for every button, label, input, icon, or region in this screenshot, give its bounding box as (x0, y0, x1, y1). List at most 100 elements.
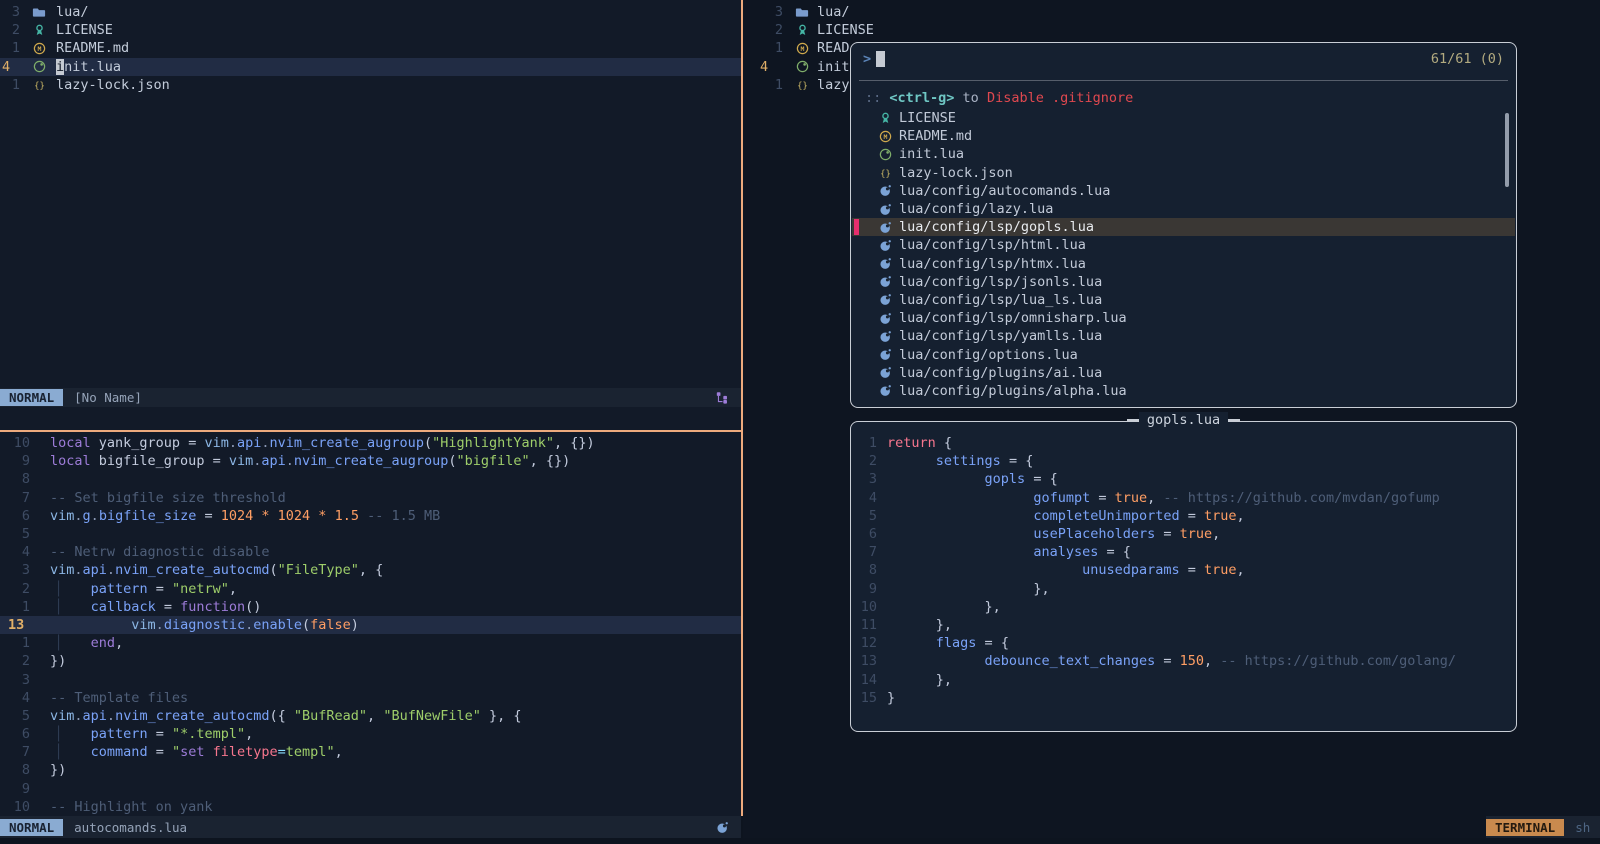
code-line[interactable]: 8}) (0, 761, 741, 779)
line-number: 8 (0, 471, 50, 487)
code-line[interactable]: 2}) (0, 652, 741, 670)
scrollbar[interactable] (1505, 113, 1509, 187)
lua-circle-icon (795, 59, 809, 75)
line-number: 3 (743, 4, 791, 20)
code-line[interactable]: 10local yank_group = vim.api.nvim_create… (0, 434, 741, 452)
line-number: 2 (0, 22, 24, 38)
code-line[interactable]: 14 }, (853, 670, 1514, 688)
code-line[interactable]: 4-- Template files (0, 689, 741, 707)
code-line[interactable]: 5vim.api.nvim_create_autocmd({ "BufRead"… (0, 707, 741, 725)
prompt-separator (859, 80, 1508, 81)
code-text: }, (887, 581, 1050, 597)
picker-item[interactable]: lua/config/lsp/lua_ls.lua (852, 291, 1515, 309)
mode-indicator: TERMINAL (1486, 819, 1564, 836)
picker-item[interactable]: lua/config/lsp/html.lua (852, 236, 1515, 254)
picker-item[interactable]: lua/config/lsp/jsonls.lua (852, 273, 1515, 291)
line-number: 7 (0, 490, 50, 506)
code-line[interactable]: 8 unusedparams = true, (853, 561, 1514, 579)
picker-file-name: lua/config/lsp/omnisharp.lua (899, 310, 1127, 326)
lua-icon (878, 183, 893, 199)
picker-item[interactable]: LICENSE (852, 109, 1515, 127)
code-text: }) (50, 653, 66, 669)
file-row[interactable]: 2 LICENSE (743, 21, 1600, 39)
picker-item-selected[interactable]: lua/config/lsp/gopls.lua (852, 218, 1515, 236)
code-line[interactable]: 6 ▏ pattern = "*.templ", (0, 725, 741, 743)
file-row[interactable]: 3lua/ (0, 3, 741, 21)
code-line[interactable]: 9 }, (853, 580, 1514, 598)
code-text: settings = { (887, 453, 1033, 469)
picker-item[interactable]: MREADME.md (852, 127, 1515, 145)
picker-item[interactable]: lua/config/plugins/ai.lua (852, 364, 1515, 382)
code-line[interactable]: 2 settings = { (853, 452, 1514, 470)
result-counter: 61/61 (0) (1431, 51, 1504, 67)
lua-icon (878, 310, 893, 326)
window-separator-horizontal[interactable] (0, 430, 743, 432)
code-line[interactable]: 3 (0, 670, 741, 688)
code-text: -- Highlight on yank (50, 799, 213, 815)
line-number: 3 (0, 562, 50, 578)
picker-prompt-row[interactable]: > 61/61 (0) (851, 48, 1516, 70)
file-row[interactable]: 4init.lua (0, 58, 741, 76)
code-line[interactable]: 10 }, (853, 598, 1514, 616)
code-text: -- Netrw diagnostic disable (50, 544, 269, 560)
code-line[interactable]: 10-- Highlight on yank (0, 798, 741, 816)
file-row[interactable]: 1MREADME.md (0, 39, 741, 57)
folder-icon (32, 4, 46, 20)
file-row[interactable]: 2LICENSE (0, 21, 741, 39)
code-text: local bigfile_group = vim.api.nvim_creat… (50, 453, 570, 469)
code-line[interactable]: 1return { (853, 434, 1514, 452)
picker-file-name: LICENSE (899, 110, 956, 126)
code-line[interactable]: 3vim.api.nvim_create_autocmd("FileType",… (0, 561, 741, 579)
line-number: 13 (0, 617, 50, 633)
code-line[interactable]: 13 debounce_text_changes = 150, -- https… (853, 652, 1514, 670)
picker-item[interactable]: lua/config/plugins/alpha.lua (852, 382, 1515, 400)
code-line[interactable]: 13 vim.diagnostic.enable(false) (0, 616, 741, 634)
line-number: 4 (0, 690, 50, 706)
file-row[interactable]: 3lua/ (743, 3, 1600, 21)
picker-item[interactable]: lua/config/lazy.lua (852, 200, 1515, 218)
file-name: lua/ (56, 4, 89, 20)
picker-item[interactable]: lua/config/autocomands.lua (852, 182, 1515, 200)
code-line[interactable]: 1 ▏ callback = function() (0, 598, 741, 616)
line-number: 4 (853, 490, 879, 506)
code-line[interactable]: 5 (0, 525, 741, 543)
code-text: } (887, 690, 895, 706)
code-line[interactable]: 4 gofumpt = true, -- https://github.com/… (853, 489, 1514, 507)
line-number: 9 (0, 781, 50, 797)
prompt-icon: > (863, 51, 871, 67)
picker-item[interactable]: init.lua (852, 145, 1515, 163)
code-line[interactable]: 15} (853, 689, 1514, 707)
line-number: 10 (0, 435, 50, 451)
code-line[interactable]: 7-- Set bigfile size threshold (0, 489, 741, 507)
code-line[interactable]: 1 ▏ end, (0, 634, 741, 652)
code-line[interactable]: 7 ▏ command = "set filetype=templ", (0, 743, 741, 761)
code-line[interactable]: 5 completeUnimported = true, (853, 507, 1514, 525)
code-line[interactable]: 9 (0, 780, 741, 798)
code-line[interactable]: 2 ▏ pattern = "netrw", (0, 580, 741, 598)
readme-icon: M (878, 128, 893, 144)
code-line[interactable]: 12 flags = { (853, 634, 1514, 652)
code-text: vim.diagnostic.enable(false) (50, 617, 359, 633)
line-number: 7 (0, 744, 50, 760)
window-separator-vertical[interactable] (741, 0, 743, 816)
picker-item[interactable]: {}lazy-lock.json (852, 164, 1515, 182)
code-text: }, (887, 599, 1001, 615)
picker-file-name: lua/config/plugins/ai.lua (899, 365, 1102, 381)
code-text: completeUnimported = true, (887, 508, 1245, 524)
code-line[interactable]: 7 analyses = { (853, 543, 1514, 561)
code-line[interactable]: 4-- Netrw diagnostic disable (0, 543, 741, 561)
code-line[interactable]: 3 gopls = { (853, 470, 1514, 488)
file-name: LICENSE (817, 22, 874, 38)
picker-item[interactable]: lua/config/options.lua (852, 345, 1515, 363)
code-line[interactable]: 8 (0, 470, 741, 488)
file-row[interactable]: 1{}lazy-lock.json (0, 76, 741, 94)
code-line[interactable]: 6 usePlaceholders = true, (853, 525, 1514, 543)
picker-item[interactable]: lua/config/lsp/omnisharp.lua (852, 309, 1515, 327)
picker-item[interactable]: lua/config/lsp/htmx.lua (852, 255, 1515, 273)
code-line[interactable]: 6vim.g.bigfile_size = 1024 * 1024 * 1.5 … (0, 507, 741, 525)
picker-item[interactable]: lua/config/lsp/yamlls.lua (852, 327, 1515, 345)
line-number: 2 (743, 22, 791, 38)
code-line[interactable]: 9local bigfile_group = vim.api.nvim_crea… (0, 452, 741, 470)
line-number: 4 (743, 59, 791, 75)
code-line[interactable]: 11 }, (853, 616, 1514, 634)
